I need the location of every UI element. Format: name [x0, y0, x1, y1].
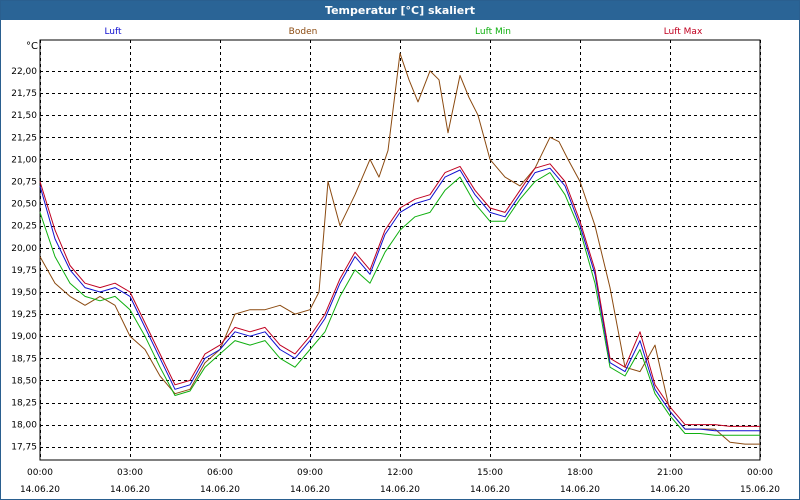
y-tick-labels: 17,75 18,00 18,25 18,50 18,75 19,00 19,25 19,50… [11, 67, 37, 453]
x-tick-date: 14.06.20 [20, 485, 60, 495]
temperature-chart: 17,75 18,00 18,25 18,50 18,75 19,00 19,25 19,50… [11, 27, 780, 495]
y-tick-label: 22,00 [11, 67, 37, 77]
y-tick-label: 18,50 [11, 376, 37, 386]
x-tick-time: 21:00 [657, 468, 683, 478]
y-tick-label: 19,25 [11, 310, 37, 320]
x-tick-date: 14.06.20 [380, 485, 420, 495]
y-tick-label: 21,25 [11, 133, 37, 143]
y-tick-label: 20,75 [11, 177, 37, 187]
y-tick-label: 21,50 [11, 111, 37, 121]
y-tick-label: 18,00 [11, 421, 37, 431]
x-tick-date: 14.06.20 [290, 485, 330, 495]
x-tick-time: 00:00 [747, 468, 773, 478]
y-axis-label: °C [26, 41, 38, 52]
x-tick-labels: 00:00 14.06.20 03:00 14.06.20 06:00 14.06.20 0… [20, 468, 780, 495]
x-tick-date: 14.06.20 [470, 485, 510, 495]
y-tick-label: 18,75 [11, 354, 37, 364]
x-tick-date: 15.06.20 [740, 485, 780, 495]
y-tick-label: 19,75 [11, 266, 37, 276]
y-tick-label: 17,75 [11, 443, 37, 453]
y-tick-label: 21,75 [11, 89, 37, 99]
x-tick-date: 14.06.20 [110, 485, 150, 495]
x-tick-date: 14.06.20 [560, 485, 600, 495]
x-tick-date: 14.06.20 [200, 485, 240, 495]
x-tick-time: 00:00 [27, 468, 53, 478]
y-tick-label: 21,00 [11, 155, 37, 165]
x-tick-date: 14.06.20 [650, 485, 690, 495]
x-tick-time: 12:00 [387, 468, 413, 478]
legend-luft: Luft [104, 27, 122, 37]
legend-luft-min: Luft Min [475, 27, 511, 37]
x-tick-time: 03:00 [117, 468, 143, 478]
legend-boden: Boden [289, 27, 318, 37]
y-tick-label: 19,00 [11, 332, 37, 342]
y-tick-label: 19,50 [11, 288, 37, 298]
legend-luft-max: Luft Max [664, 27, 703, 37]
x-tick-time: 06:00 [207, 468, 233, 478]
y-tick-label: 20,25 [11, 222, 37, 232]
y-tick-label: 20,00 [11, 244, 37, 254]
x-tick-time: 09:00 [297, 468, 323, 478]
y-tick-label: 18,25 [11, 399, 37, 409]
grid [39, 39, 761, 461]
x-tick-time: 18:00 [567, 468, 593, 478]
y-tick-label: 20,50 [11, 200, 37, 210]
x-tick-time: 15:00 [477, 468, 503, 478]
